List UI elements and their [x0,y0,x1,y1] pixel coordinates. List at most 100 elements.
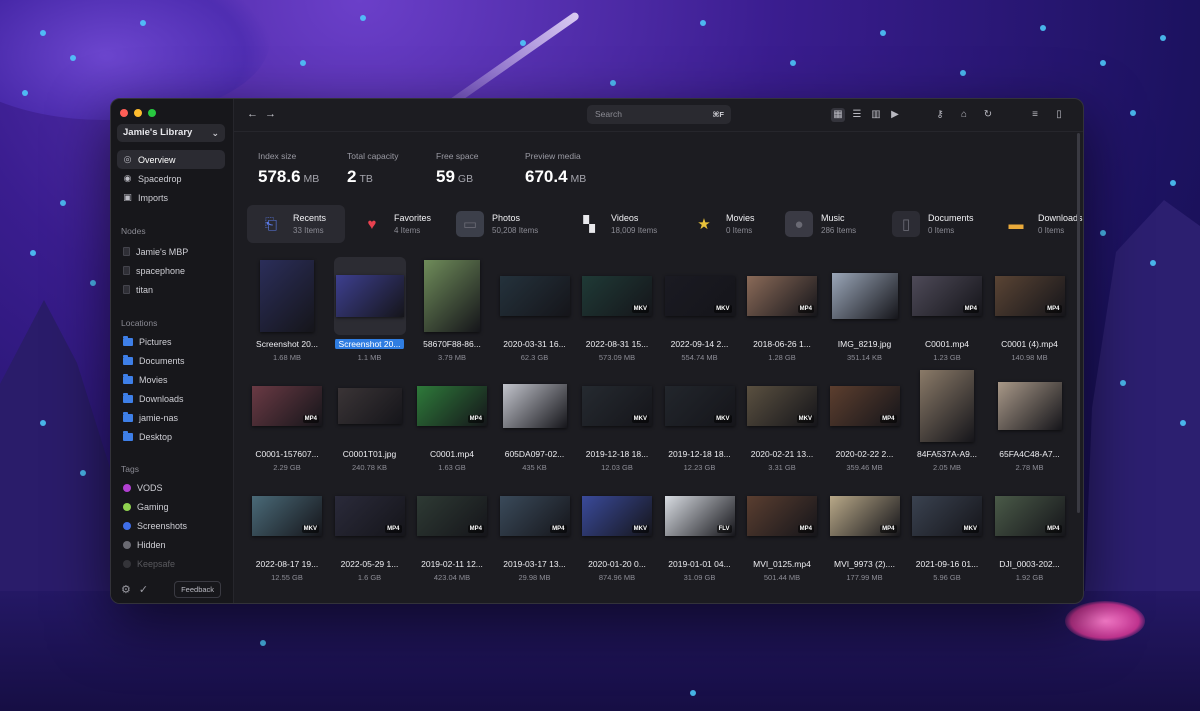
zoom-button[interactable] [148,109,156,117]
file-item[interactable]: MP4 2022-05-29 1... 1.6 GB [330,477,410,589]
file-item[interactable]: MP4 DJI_0003-202... 1.92 GB [990,477,1070,589]
file-item[interactable]: MP4 2018-06-26 1... 1.28 GB [742,257,822,369]
thumbnail-container [499,367,571,445]
close-button[interactable] [120,109,128,117]
sidebar-item-location[interactable]: jamie-nas [117,408,225,427]
star-dot [300,60,306,66]
minimize-button[interactable] [134,109,142,117]
sidebar-item-location[interactable]: Movies [117,370,225,389]
category-count: 0 Items [726,226,753,235]
sliders-icon[interactable]: ≡ [1028,108,1042,122]
sidebar-item-location[interactable]: Downloads [117,389,225,408]
file-item[interactable]: MKV 2019-12-18 18... 12.03 GB [577,367,657,479]
sidebar-item-tag[interactable]: Screenshots [117,516,225,535]
check-circle-icon[interactable]: ✓ [139,583,148,596]
star-dot [1040,25,1046,31]
file-item[interactable]: MP4 MVI_9973 (2).... 177.99 MB [825,477,905,589]
category-movies[interactable]: ★ Movies 0 Items [680,205,755,243]
file-item[interactable]: MKV 2020-02-21 13... 3.31 GB [742,367,822,479]
grid-view-icon[interactable]: ▦ [831,108,845,122]
file-name: 2020-01-20 0... [588,559,646,569]
key-icon[interactable]: ⚷ [933,108,947,122]
sidebar-item-overview[interactable]: ◎ Overview [117,150,225,169]
file-size: 177.99 MB [846,573,883,582]
tag-icon[interactable]: ⌂ [957,108,971,122]
file-item[interactable]: MKV 2022-08-31 15... 573.09 MB [577,257,657,369]
file-item[interactable]: MP4 MVI_0125.mp4 501.44 MB [742,477,822,589]
file-size: 1.28 GB [768,353,796,362]
star-dot [1100,60,1106,66]
file-item[interactable]: MP4 C0001 (4).mp4 140.98 MB [990,257,1070,369]
sidebar-item-tag[interactable]: Hidden [117,535,225,554]
sidebar-item-tag[interactable]: VODS [117,478,225,497]
search-input[interactable]: Search ⌘F [587,105,731,124]
thumbnail-container: MP4 [251,367,323,445]
sidebar-item-imports[interactable]: ▣ Imports [117,188,225,207]
category-name: Movies [726,213,755,223]
sidebar-item-node[interactable]: Jamie's MBP [117,242,225,261]
file-item[interactable]: Screenshot 20... 1.68 MB [247,257,327,369]
file-item[interactable]: MP4 2020-02-22 2... 359.46 MB [825,367,905,479]
phone-icon [123,266,130,275]
file-thumbnail [920,370,974,442]
library-switcher[interactable]: Jamie's Library ⌄ [117,124,225,142]
file-item[interactable]: Screenshot 20... 1.1 MB [330,257,410,369]
category-music[interactable]: ● Music 286 Items [775,205,856,243]
category-favorites[interactable]: ♥ Favorites 4 Items [348,205,431,243]
tag-color-dot [123,483,131,492]
file-item[interactable]: 605DA097-02... 435 KB [495,367,575,479]
sidebar-item-node[interactable]: spacephone [117,261,225,280]
back-arrow-icon[interactable]: ← [247,108,258,120]
file-item[interactable]: MP4 C0001-157607... 2.29 GB [247,367,327,479]
file-type-badge: MP4 [1045,305,1062,313]
file-name: 2019-02-11 12... [421,559,483,569]
columns-view-icon[interactable]: ▥ [869,108,883,122]
stat-free-space: Free space 59 GB [436,151,503,187]
file-size: 435 KB [522,463,547,472]
refresh-icon[interactable]: ↻ [981,108,995,122]
file-item[interactable]: 58670F88-86... 3.79 MB [412,257,492,369]
sidebar-item-node[interactable]: titan [117,280,225,299]
file-item[interactable]: IMG_8219.jpg 351.14 KB [825,257,905,369]
forward-arrow-icon[interactable]: → [265,108,276,120]
file-item[interactable]: MKV 2020-01-20 0... 874.96 MB [577,477,657,589]
media-view-icon[interactable]: ▶ [888,108,902,122]
category-photos[interactable]: ▭ Photos 50,208 Items [446,205,538,243]
thumbnail-container: MP4 [499,477,571,555]
category-recents[interactable]: ⎗ Recents 33 Items [247,205,345,243]
category-videos[interactable]: ▚ Videos 18,009 Items [565,205,657,243]
tag-color-dot [123,540,131,549]
sidebar-item-location[interactable]: Desktop [117,427,225,446]
file-item[interactable]: MKV 2022-08-17 19... 12.55 GB [247,477,327,589]
folder-icon [123,373,133,384]
file-item[interactable]: MP4 C0001.mp4 1.63 GB [412,367,492,479]
list-view-icon[interactable]: ☰ [850,108,864,122]
sidebar-item-spacedrop[interactable]: ◉ Spacedrop [117,169,225,188]
sidebar-item-location[interactable]: Documents [117,351,225,370]
file-item[interactable]: MP4 2019-02-11 12... 423.04 MB [412,477,492,589]
file-name: C0001 (4).mp4 [1001,339,1058,349]
inspector-icon[interactable]: ▯ [1052,108,1066,122]
file-item[interactable]: 65FA4C48-A7... 2.78 MB [990,367,1070,479]
category-downloads[interactable]: ▬ Downloads 0 Items [992,205,1083,243]
sidebar-item-tag[interactable]: Keepsafe [117,554,225,573]
file-item[interactable]: MKV 2021-09-16 01... 5.96 GB [907,477,987,589]
category-documents[interactable]: ▯ Documents 0 Items [882,205,974,243]
locations-section: Locations Pictures Documents Movies Down… [117,316,225,446]
feedback-button[interactable]: Feedback [174,580,222,598]
file-item[interactable]: FLV 2019-01-01 04... 31.09 GB [660,477,740,589]
file-size: 874.96 MB [598,573,636,582]
file-item[interactable]: C0001T01.jpg 240.78 KB [330,367,410,479]
file-item[interactable]: MP4 2019-03-17 13... 29.98 MB [495,477,575,589]
thumbnail-container: MP4 [334,477,406,555]
file-item[interactable]: MKV 2022-09-14 2... 554.74 MB [660,257,740,369]
sidebar-item-location[interactable]: Pictures [117,332,225,351]
file-name: 2019-12-18 18... [668,449,731,459]
file-item[interactable]: 2020-03-31 16... 62.3 GB [495,257,575,369]
file-item[interactable]: MP4 C0001.mp4 1.23 GB [907,257,987,369]
sidebar-item-tag[interactable]: Gaming [117,497,225,516]
file-item[interactable]: MKV 2019-12-18 18... 12.23 GB [660,367,740,479]
gear-icon[interactable]: ⚙ [121,583,131,596]
file-item[interactable]: 84FA537A-A9... 2.05 MB [907,367,987,479]
scrollbar[interactable] [1077,133,1080,513]
